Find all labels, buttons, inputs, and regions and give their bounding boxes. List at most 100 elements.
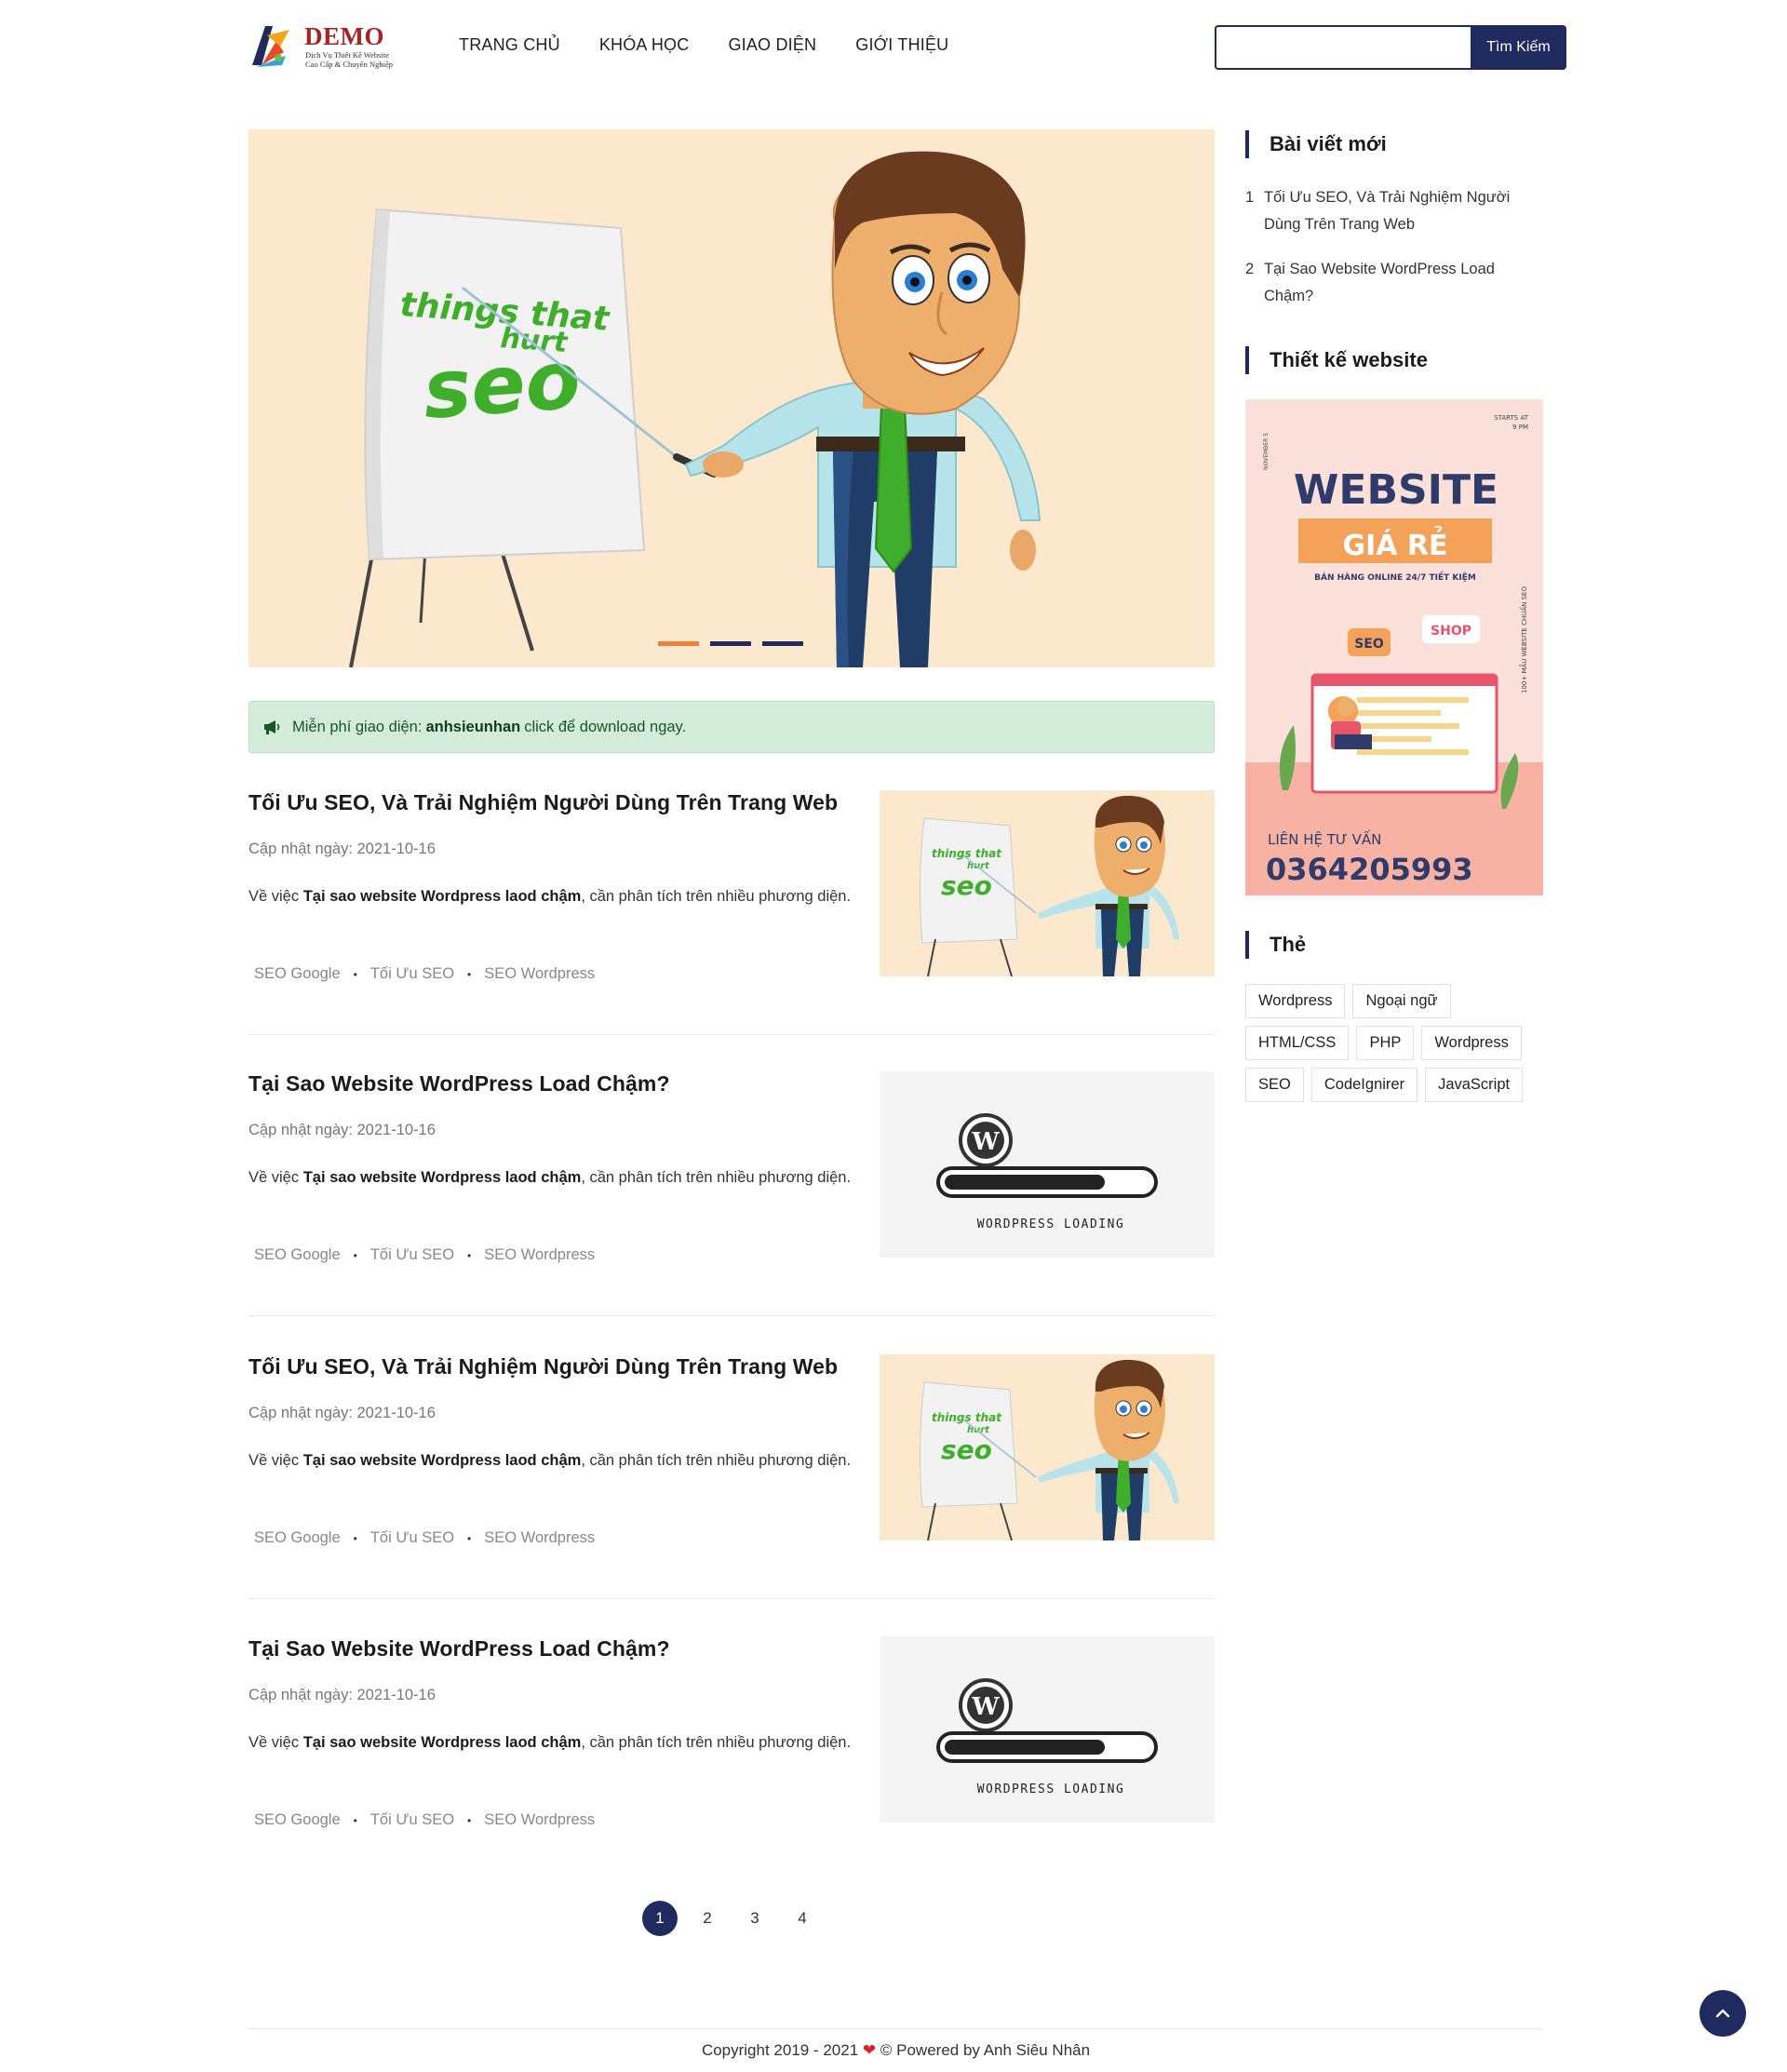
tag-chip[interactable]: Ngoại ngữ bbox=[1352, 984, 1451, 1018]
svg-text:9 PM: 9 PM bbox=[1512, 424, 1528, 431]
logo-brand: DEMO bbox=[304, 22, 384, 50]
svg-text:LIÊN HỆ TƯ VẤN: LIÊN HỆ TƯ VẤN bbox=[1268, 828, 1381, 848]
wordpress-loading-image: W WORDPRESS LOADING bbox=[880, 1071, 1215, 1258]
seo-thumbnail-image: things that hurt seo bbox=[880, 1354, 1215, 1541]
post-tag[interactable]: Tối Ưu SEO bbox=[370, 1529, 454, 1547]
widget-title-banner: Thiết kế website bbox=[1245, 346, 1428, 374]
search-input[interactable] bbox=[1215, 25, 1471, 70]
heart-icon: ❤ bbox=[862, 2041, 877, 2059]
slider-dot[interactable] bbox=[658, 641, 699, 646]
post-tags: SEO Google • Tối Ưu SEO • SEO Wordpress bbox=[254, 1529, 596, 1547]
footer-copyright: Copyright 2019 - 2021 bbox=[701, 2041, 859, 2059]
post-excerpt: Về việc Tại sao website Wordpress laod c… bbox=[249, 888, 852, 905]
post-date: Cập nhật ngày: 2021-10-16 bbox=[249, 1405, 436, 1421]
post-title[interactable]: Tại Sao Website WordPress Load Chậm? bbox=[249, 1636, 670, 1662]
tag-chip[interactable]: SEO bbox=[1245, 1068, 1304, 1102]
post-tag[interactable]: SEO Google bbox=[254, 965, 341, 983]
post-tag[interactable]: SEO Google bbox=[254, 1246, 341, 1264]
post-thumbnail[interactable]: W WORDPRESS LOADING bbox=[880, 1636, 1215, 1823]
svg-text:W: W bbox=[971, 1128, 1000, 1156]
nav-item-gioi-thieu[interactable]: GIỚI THIỆU bbox=[855, 35, 948, 55]
post-divider bbox=[249, 1315, 1215, 1316]
tag-chip[interactable]: CodeIgnirer bbox=[1310, 1068, 1418, 1102]
tag-chip[interactable]: JavaScript bbox=[1425, 1068, 1524, 1102]
svg-text:STARTS AT: STARTS AT bbox=[1494, 414, 1529, 422]
post-title[interactable]: Tối Ưu SEO, Và Trải Nghiệm Người Dùng Tr… bbox=[249, 790, 838, 815]
post-card: Tối Ưu SEO, Và Trải Nghiệm Người Dùng Tr… bbox=[249, 1354, 1215, 1615]
post-thumbnail[interactable]: things that hurt seo bbox=[880, 1354, 1215, 1541]
slider-dot[interactable] bbox=[710, 641, 751, 646]
svg-text:SEO: SEO bbox=[1354, 637, 1384, 652]
svg-text:WORDPRESS LOADING: WORDPRESS LOADING bbox=[977, 1218, 1125, 1231]
slider-dots bbox=[658, 641, 803, 646]
post-tags: SEO Google • Tối Ưu SEO • SEO Wordpress bbox=[254, 1246, 596, 1264]
hero-slider[interactable]: things that hurt seo bbox=[249, 129, 1215, 667]
seo-thumbnail-image: things that hurt seo bbox=[880, 790, 1215, 976]
post-tag[interactable]: Tối Ưu SEO bbox=[370, 1811, 454, 1829]
page-button[interactable]: 1 bbox=[642, 1901, 678, 1936]
post-divider bbox=[249, 1598, 1215, 1599]
recent-post-item[interactable]: 1 Tối Ưu SEO, Và Trải Nghiệm Người Dùng T… bbox=[1245, 184, 1543, 238]
svg-text:100+ MẪU WEBSITE CHUẨN SEO: 100+ MẪU WEBSITE CHUẨN SEO bbox=[1519, 586, 1528, 693]
post-tag[interactable]: SEO Wordpress bbox=[484, 965, 595, 983]
svg-text:SHOP: SHOP bbox=[1431, 624, 1471, 639]
post-card: Tại Sao Website WordPress Load Chậm? Cập… bbox=[249, 1071, 1215, 1332]
tag-cloud: Wordpress Ngoại ngữ HTML/CSS PHP Wordpre… bbox=[1245, 984, 1552, 1102]
notice-link[interactable]: anhsieunhan bbox=[425, 719, 520, 736]
page-button[interactable]: 4 bbox=[785, 1901, 820, 1936]
post-tags: SEO Google • Tối Ưu SEO • SEO Wordpress bbox=[254, 965, 596, 983]
post-tag[interactable]: SEO Wordpress bbox=[484, 1811, 595, 1829]
post-tag[interactable]: Tối Ưu SEO bbox=[370, 965, 454, 983]
svg-text:WEBSITE: WEBSITE bbox=[1294, 466, 1498, 514]
notice-suffix: click để download ngay. bbox=[524, 718, 687, 735]
logo-tagline-1: Dịch Vụ Thiết Kế Website bbox=[305, 50, 389, 60]
post-card: Tại Sao Website WordPress Load Chậm? Cập… bbox=[249, 1636, 1215, 1897]
tag-chip[interactable]: Wordpress bbox=[1421, 1026, 1522, 1060]
notice-banner: Miễn phí giao diện: anhsieunhan click để… bbox=[249, 701, 1215, 753]
back-to-top-button[interactable] bbox=[1700, 1990, 1746, 2037]
nav-item-giao-dien[interactable]: GIAO DIỆN bbox=[728, 35, 816, 55]
widget-title-tags: Thẻ bbox=[1245, 931, 1306, 959]
search-button[interactable]: Tìm Kiếm bbox=[1471, 25, 1566, 70]
post-tag[interactable]: Tối Ưu SEO bbox=[370, 1246, 454, 1264]
post-title[interactable]: Tại Sao Website WordPress Load Chậm? bbox=[249, 1071, 670, 1097]
post-tag[interactable]: SEO Wordpress bbox=[484, 1529, 595, 1547]
logo-mark-icon bbox=[252, 26, 289, 67]
svg-text:NOVEMBER 5: NOVEMBER 5 bbox=[1263, 433, 1270, 470]
hero-illustration: things that hurt seo bbox=[349, 151, 1041, 667]
tag-chip[interactable]: Wordpress bbox=[1245, 984, 1346, 1018]
nav-item-khoa-hoc[interactable]: KHÓA HỌC bbox=[599, 35, 690, 55]
widget-title-recent: Bài viết mới bbox=[1245, 130, 1387, 158]
footer-divider bbox=[249, 2028, 1543, 2029]
post-date: Cập nhật ngày: 2021-10-16 bbox=[249, 1122, 436, 1138]
hero-art-text-3: seo bbox=[420, 333, 583, 437]
ad-banner[interactable]: NOVEMBER 5 STARTS AT 9 PM WEBSITE GIÁ RẺ… bbox=[1245, 399, 1543, 895]
svg-text:GIÁ RẺ: GIÁ RẺ bbox=[1342, 526, 1447, 562]
post-card: Tối Ưu SEO, Và Trải Nghiệm Người Dùng Tr… bbox=[249, 790, 1215, 1051]
logo-tagline-2: Cao Cấp & Chuyên Nghiệp bbox=[305, 60, 393, 69]
post-tag[interactable]: SEO Google bbox=[254, 1529, 341, 1547]
recent-post-item[interactable]: 2 Tại Sao Website WordPress Load Chậm? bbox=[1245, 256, 1543, 310]
page-button[interactable]: 3 bbox=[737, 1901, 773, 1936]
page-button[interactable]: 2 bbox=[690, 1901, 725, 1936]
main-nav: TRANG CHỦ KHÓA HỌC GIAO DIỆN GIỚI THIỆU bbox=[459, 35, 988, 55]
nav-item-trang-chu[interactable]: TRANG CHỦ bbox=[459, 35, 560, 55]
slider-dot[interactable] bbox=[762, 641, 803, 646]
svg-text:seo: seo bbox=[941, 870, 992, 901]
post-divider bbox=[249, 1034, 1215, 1035]
post-tag[interactable]: SEO Wordpress bbox=[484, 1246, 595, 1264]
post-thumbnail[interactable]: things that hurt seo bbox=[880, 790, 1215, 976]
svg-text:WORDPRESS LOADING: WORDPRESS LOADING bbox=[977, 1783, 1125, 1796]
site-logo[interactable]: DEMO Dịch Vụ Thiết Kế Website Cao Cấp & … bbox=[249, 20, 416, 73]
tag-chip[interactable]: PHP bbox=[1356, 1026, 1415, 1060]
pagination: 1 2 3 4 bbox=[642, 1901, 820, 1936]
post-excerpt: Về việc Tại sao website Wordpress laod c… bbox=[249, 1169, 852, 1186]
tag-chip[interactable]: HTML/CSS bbox=[1245, 1026, 1350, 1060]
post-thumbnail[interactable]: W WORDPRESS LOADING bbox=[880, 1071, 1215, 1258]
post-tags: SEO Google • Tối Ưu SEO • SEO Wordpress bbox=[254, 1811, 596, 1829]
post-tag[interactable]: SEO Google bbox=[254, 1811, 341, 1829]
svg-text:seo: seo bbox=[941, 1434, 992, 1465]
site-header: DEMO Dịch Vụ Thiết Kế Website Cao Cấp & … bbox=[249, 20, 1566, 73]
post-title[interactable]: Tối Ưu SEO, Và Trải Nghiệm Người Dùng Tr… bbox=[249, 1354, 838, 1379]
post-date: Cập nhật ngày: 2021-10-16 bbox=[249, 841, 436, 857]
